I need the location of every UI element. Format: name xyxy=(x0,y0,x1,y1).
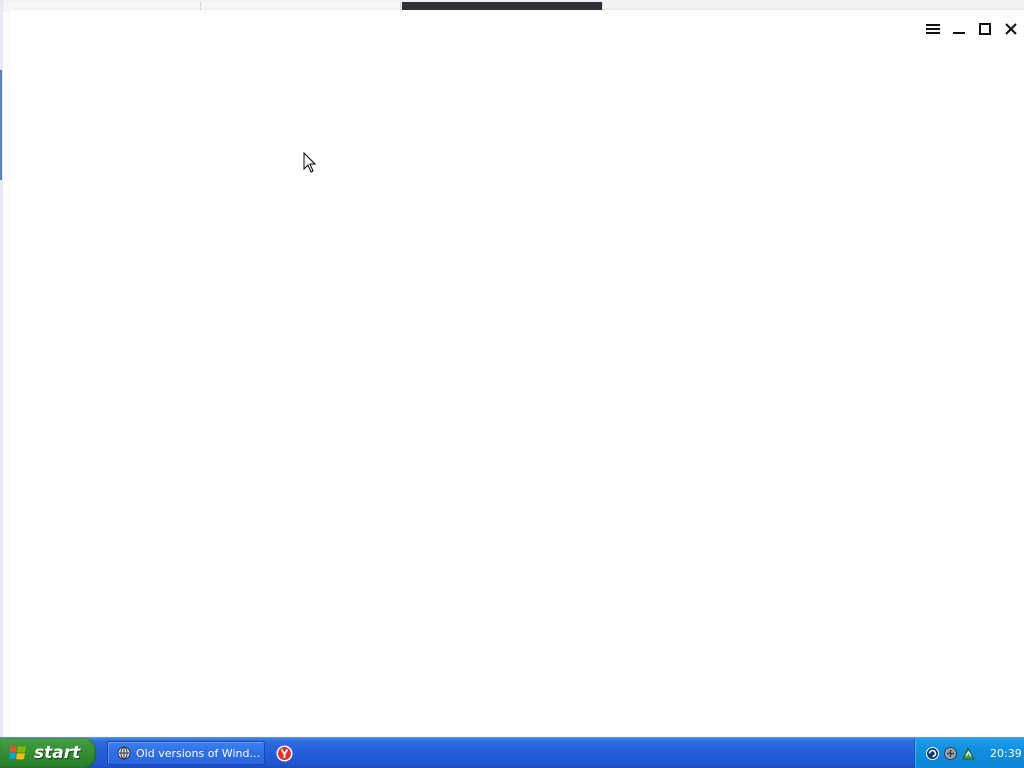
updates-icon[interactable] xyxy=(961,746,976,761)
minimize-button[interactable] xyxy=(946,18,972,40)
blank-app-window[interactable] xyxy=(10,10,1024,737)
desktop-screen: start Old versions of Wind... 20:39 xyxy=(0,0,1024,768)
start-button[interactable]: start xyxy=(0,738,96,768)
minimize-icon xyxy=(953,32,965,34)
maximize-button[interactable] xyxy=(972,18,998,40)
hamburger-icon xyxy=(926,24,940,34)
windows-logo-icon xyxy=(9,745,26,760)
background-window-accent xyxy=(0,70,2,180)
taskbar-clock[interactable]: 20:39 xyxy=(990,747,1022,760)
window-controls xyxy=(920,18,1024,40)
taskbar-item-browser[interactable]: Old versions of Wind... xyxy=(107,741,265,765)
taskbar: start Old versions of Wind... 20:39 xyxy=(0,737,1024,768)
close-icon xyxy=(1005,23,1017,35)
start-label: start xyxy=(34,743,81,763)
system-tray: 20:39 xyxy=(914,738,1024,768)
taskbar-item-label: Old versions of Wind... xyxy=(136,746,260,760)
yandex-browser-icon[interactable] xyxy=(276,745,293,762)
maximize-icon xyxy=(979,23,991,35)
browser-icon xyxy=(117,746,131,760)
network-icon[interactable] xyxy=(925,746,940,761)
close-button[interactable] xyxy=(998,18,1024,40)
security-icon[interactable] xyxy=(943,746,958,761)
menu-button[interactable] xyxy=(920,18,946,40)
